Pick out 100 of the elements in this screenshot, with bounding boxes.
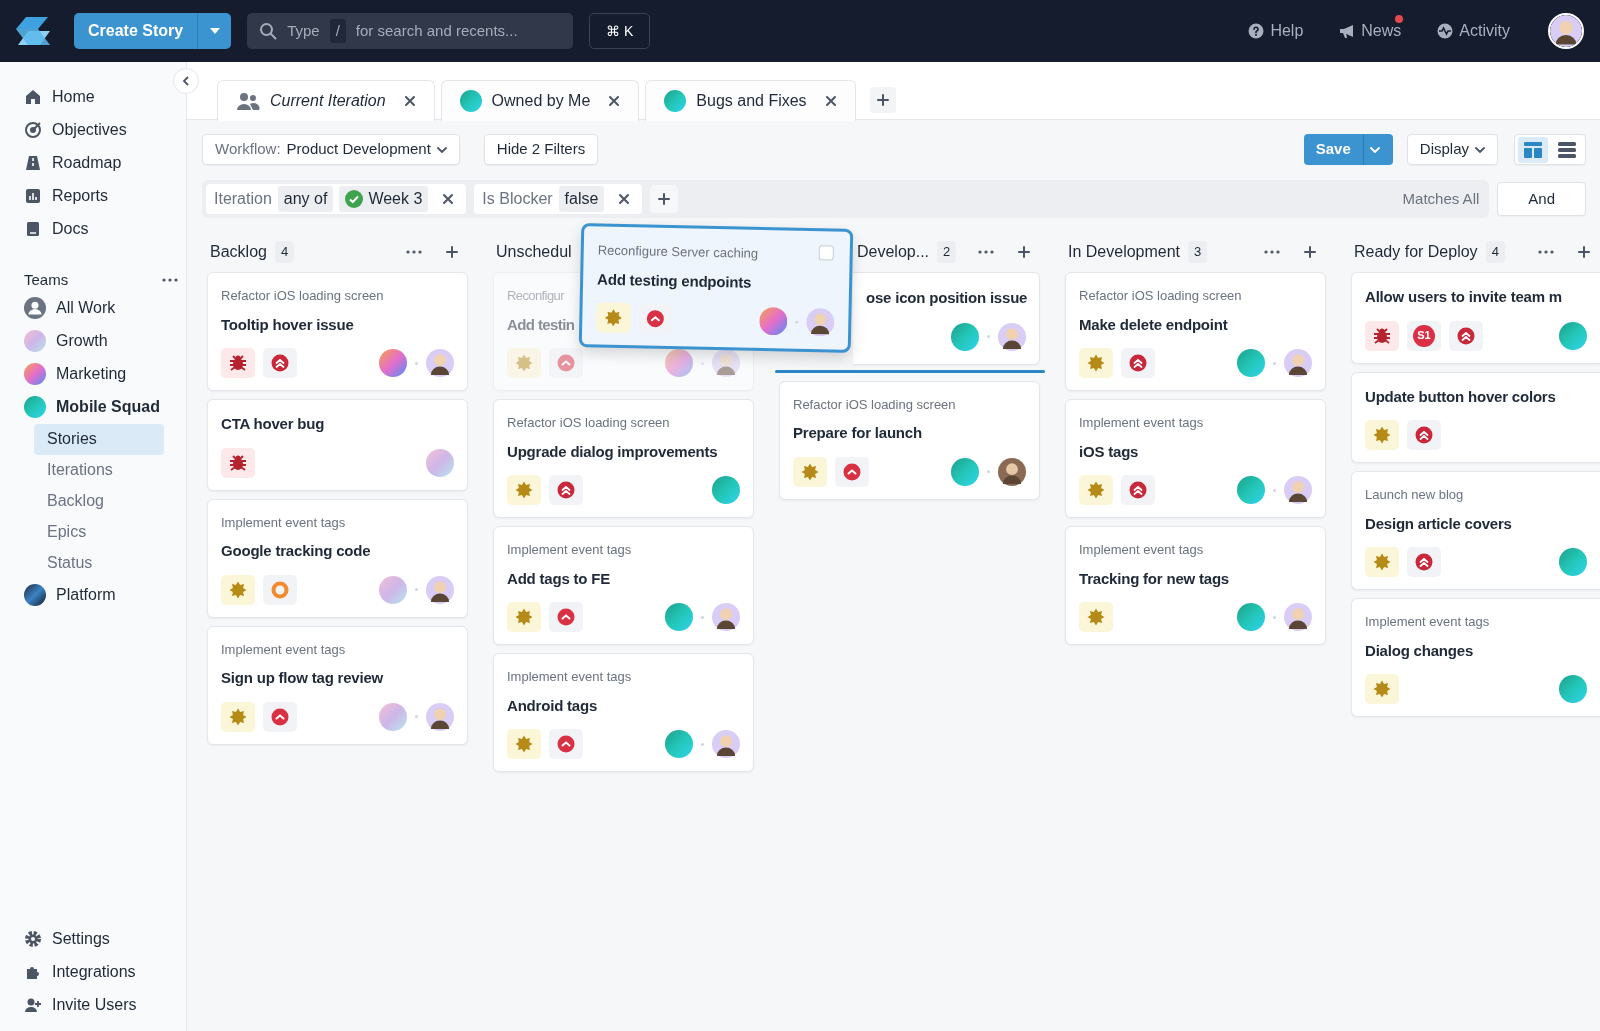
story-card[interactable]: Implement event tags Android tags	[493, 653, 754, 772]
tab[interactable]: Bugs and Fixes	[645, 80, 856, 121]
team-item[interactable]: Marketing	[18, 357, 178, 391]
caret-icon	[209, 28, 220, 34]
star-badge-icon	[507, 348, 541, 378]
more-icon[interactable]	[1538, 250, 1554, 254]
sidebar-subitem[interactable]: Backlog	[34, 485, 164, 517]
filter-chip[interactable]: Is Blocker false	[474, 184, 643, 214]
save-menu-button[interactable]	[1362, 134, 1393, 165]
sidebar-item[interactable]: Integrations	[18, 955, 178, 988]
epic-label: Reconfigure Server caching	[597, 241, 759, 263]
team-item[interactable]: All Work	[18, 291, 178, 325]
card-title: CTA hover bug	[221, 414, 325, 434]
sidebar-item[interactable]: Home	[18, 80, 178, 113]
user-avatar	[998, 322, 1026, 351]
more-icon[interactable]	[162, 278, 178, 283]
sidebar-item[interactable]: Reports	[18, 179, 178, 212]
story-card[interactable]: Refactor iOS loading screen Make delete endpoint	[1065, 272, 1326, 391]
sidebar-subitem[interactable]: Stories	[34, 423, 164, 455]
team-avatar	[24, 330, 46, 352]
sidebar-subitem[interactable]: Status	[34, 547, 164, 579]
and-button[interactable]: And	[1497, 182, 1586, 216]
sidebar-subitem[interactable]: Epics	[34, 516, 164, 548]
activity-link[interactable]: Activity	[1431, 18, 1516, 44]
search-field[interactable]: for search and recents...	[355, 19, 562, 43]
card-title: Add tags to FE	[507, 568, 611, 589]
card-title: Tooltip hover issue	[221, 314, 354, 335]
hide-filters-button[interactable]: Hide 2 Filters	[483, 134, 599, 165]
checkbox[interactable]	[818, 245, 834, 261]
story-card[interactable]: Update button hover colors	[1351, 371, 1600, 463]
team-item[interactable]: Platform	[18, 578, 178, 612]
count-label: 4	[1485, 241, 1505, 263]
epic-label: Refactor iOS loading screen	[221, 287, 384, 305]
team-avatar	[664, 90, 687, 112]
plus-icon[interactable]	[1578, 246, 1590, 258]
user-avatar[interactable]	[1548, 13, 1584, 49]
close-icon[interactable]	[618, 193, 631, 205]
team-avatar	[951, 457, 979, 486]
sidebar-item[interactable]: Settings	[18, 922, 178, 955]
add-tab-button[interactable]	[869, 87, 896, 113]
collapse-button[interactable]	[173, 68, 199, 94]
sidebar-item[interactable]: Docs	[18, 212, 178, 245]
story-card[interactable]: Implement event tags Tracking for new tags	[1065, 526, 1326, 645]
help-link[interactable]: Help	[1242, 18, 1310, 44]
plus-icon[interactable]	[1018, 246, 1030, 258]
priority-icon	[1121, 475, 1155, 505]
epic-label: Implement event tags	[1079, 414, 1204, 432]
settings-icon	[24, 929, 42, 948]
team-avatar	[459, 90, 482, 112]
megaphone-icon	[1339, 23, 1356, 39]
add-filter-button[interactable]	[650, 185, 679, 213]
sidebar-subitem[interactable]: Iterations	[34, 454, 164, 486]
story-card[interactable]: Implement event tags iOS tags	[1065, 399, 1326, 518]
story-card[interactable]: Implement event tags Sign up flow tag review	[207, 625, 468, 745]
close-icon[interactable]	[403, 95, 416, 107]
story-card[interactable]: Implement event tags Add tags to FE	[493, 526, 754, 645]
story-card[interactable]: Launch new blog Design article covers	[1351, 471, 1600, 590]
card-title: Prepare for launch	[793, 423, 922, 443]
story-card[interactable]: Implement event tags Dialog changes	[1351, 598, 1600, 717]
story-card[interactable]: CTA hover bug	[207, 399, 468, 491]
board-view-button[interactable]	[1518, 136, 1548, 163]
logo-icon[interactable]	[16, 15, 50, 47]
shortcut-button[interactable]: ⌘ K	[589, 13, 651, 49]
user-avatar	[712, 603, 740, 631]
more-icon[interactable]	[1264, 250, 1280, 254]
column-title: Backlog	[210, 242, 267, 262]
story-card[interactable]: Refactor iOS loading screen Prepare for launch	[779, 380, 1040, 500]
story-card[interactable]: Implement event tags Google tracking code	[207, 498, 468, 618]
plus-icon[interactable]	[1304, 246, 1316, 258]
search-bar[interactable]: Type / for search and recents...	[247, 13, 574, 49]
filter-chip[interactable]: Iteration any of Week 3	[206, 184, 467, 214]
sidebar-item[interactable]: Objectives	[18, 113, 178, 146]
more-icon[interactable]	[978, 250, 994, 254]
card-title: Add testin	[507, 314, 575, 335]
sidebar-item[interactable]: Roadmap	[18, 146, 178, 179]
team-item[interactable]: Growth	[18, 324, 178, 358]
dragged-card[interactable]: Reconfigure Server caching Add testing endpoints	[578, 223, 854, 353]
team-avatar	[379, 575, 407, 604]
workflow-dropdown[interactable]: Workflow: Product Development	[202, 134, 460, 165]
tab[interactable]: Owned by Me	[440, 80, 640, 121]
story-card[interactable]: Refactor iOS loading screen Tooltip hover issue	[207, 272, 468, 391]
close-icon[interactable]	[442, 193, 455, 205]
user-avatar	[1284, 603, 1312, 631]
dropdown-button[interactable]	[197, 13, 232, 49]
team-item[interactable]: Mobile Squad	[18, 390, 178, 424]
card-title: Dialog changes	[1365, 640, 1474, 661]
plus-icon[interactable]	[446, 246, 458, 258]
star-badge-icon	[1365, 547, 1399, 577]
close-icon[interactable]	[608, 95, 621, 107]
display-dropdown[interactable]: Display	[1406, 134, 1498, 165]
sidebar-item[interactable]: Invite Users	[18, 988, 178, 1021]
columns-icon	[1524, 141, 1542, 158]
team-avatar	[759, 306, 788, 336]
more-icon[interactable]	[406, 250, 422, 254]
news-link[interactable]: News	[1333, 18, 1408, 44]
close-icon[interactable]	[824, 95, 837, 107]
story-card[interactable]: Refactor iOS loading screen Upgrade dialog improvements	[493, 399, 754, 518]
story-card[interactable]: Allow users to invite team m S1	[1351, 272, 1600, 364]
epic-label: Implement event tags	[507, 668, 632, 686]
tab[interactable]: Current Iteration	[217, 80, 435, 121]
